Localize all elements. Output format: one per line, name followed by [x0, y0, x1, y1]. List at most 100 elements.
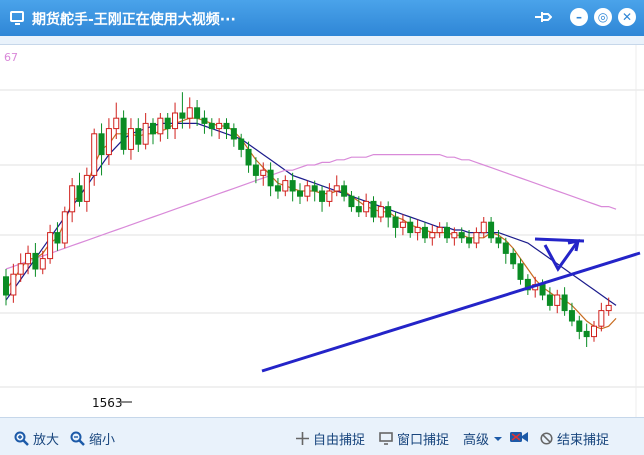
- pin-icon[interactable]: [534, 10, 552, 24]
- candle-body: [598, 310, 605, 327]
- advanced-dropdown[interactable]: 高级: [463, 429, 503, 448]
- candle-body: [605, 304, 612, 312]
- candle-body: [355, 206, 362, 213]
- chevron-down-icon: [494, 436, 503, 441]
- window-capture-icon: [379, 432, 393, 445]
- grid-lines: [0, 45, 644, 417]
- candle-body: [252, 164, 259, 176]
- candle-body: [488, 221, 495, 239]
- candle-body: [10, 273, 17, 296]
- bottom-toolbar: 放大 缩小 自由捕捉 窗口捕捉 高级 结束捕捉: [0, 418, 644, 455]
- moving-average-line: [5, 117, 617, 330]
- candle-body: [510, 252, 517, 265]
- candle-body: [194, 107, 201, 119]
- advanced-label: 高级: [463, 433, 490, 448]
- free-capture-button[interactable]: 自由捕捉: [296, 429, 365, 448]
- end-capture-label: 结束捕捉: [557, 433, 610, 448]
- candle-body: [326, 190, 333, 202]
- candle-body: [466, 237, 473, 244]
- candle-body: [495, 237, 502, 244]
- close-button[interactable]: ✕: [618, 8, 636, 26]
- candle-body: [297, 190, 303, 197]
- price-chart: 67 1563: [0, 44, 644, 418]
- candle-body: [120, 117, 127, 150]
- candle-body: [172, 112, 179, 130]
- candle-body: [105, 128, 112, 156]
- low-price-label: 1563: [92, 396, 123, 410]
- candle-body: [260, 169, 267, 176]
- window-capture-button[interactable]: 窗口捕捉: [379, 429, 449, 448]
- zoom-in-icon: [14, 431, 29, 446]
- candle-body: [429, 232, 436, 239]
- moving-average-line: [5, 122, 617, 306]
- candle-body: [444, 226, 450, 239]
- candle-body: [150, 122, 156, 135]
- candle-body: [333, 185, 340, 192]
- candle-body: [436, 226, 443, 234]
- zoom-out-button[interactable]: 缩小: [70, 429, 115, 448]
- candle-body: [157, 117, 164, 135]
- window-title: 期货舵手-王刚正在使用大视频···: [32, 12, 236, 28]
- trend-arrow-path: [543, 240, 580, 272]
- candle-body: [539, 284, 546, 296]
- candle-body: [25, 252, 32, 265]
- candle-body: [76, 185, 83, 202]
- end-capture-button[interactable]: 结束捕捉: [540, 429, 609, 448]
- candle-body: [392, 216, 399, 228]
- window-capture-label: 窗口捕捉: [397, 433, 450, 448]
- crosshair-icon: [296, 432, 309, 445]
- candle-body: [370, 200, 377, 218]
- candle-body: [451, 232, 458, 239]
- candle-body: [591, 325, 597, 338]
- free-capture-label: 自由捕捉: [313, 433, 366, 448]
- candle-body: [546, 294, 553, 306]
- trend-annotations: [261, 237, 641, 373]
- candle-body: [32, 252, 39, 270]
- camera-button[interactable]: [509, 429, 529, 444]
- candle-body: [289, 180, 296, 192]
- candle-body: [407, 221, 414, 234]
- candle-body: [83, 174, 90, 202]
- candle-body: [421, 226, 428, 239]
- moving-average-lines: [5, 117, 617, 330]
- minimize-button[interactable]: –: [570, 8, 588, 26]
- candle-body: [186, 107, 193, 119]
- candle-body: [363, 200, 370, 213]
- maximize-button[interactable]: ◎: [594, 8, 612, 26]
- candle-body: [164, 117, 171, 130]
- candlestick-chart-svg: 67 1563: [0, 45, 644, 417]
- candle-body: [282, 180, 289, 192]
- stop-icon: [540, 432, 553, 445]
- trendline-support: [261, 251, 641, 373]
- zoom-in-button[interactable]: 放大: [14, 429, 59, 448]
- candle-body: [238, 138, 245, 150]
- moving-average-line: [5, 153, 617, 270]
- axis-label-top: 67: [4, 51, 18, 64]
- candle-body: [304, 185, 311, 197]
- candle-body: [98, 133, 105, 156]
- candle-body: [319, 190, 326, 202]
- candle-body: [576, 320, 583, 332]
- candle-body: [201, 117, 208, 124]
- candle-body: [561, 294, 568, 312]
- candle-body: [554, 294, 561, 306]
- candle-body: [39, 258, 46, 270]
- candles: [3, 92, 612, 347]
- candle-body: [142, 122, 149, 145]
- candle-body: [480, 221, 487, 234]
- candle-body: [502, 242, 509, 254]
- candle-body: [385, 206, 392, 218]
- candle-body: [473, 232, 480, 244]
- monitor-icon: [10, 11, 24, 25]
- video-camera-icon: [510, 432, 528, 442]
- candle-body: [583, 330, 590, 338]
- candle-body: [245, 148, 252, 166]
- zoom-in-label: 放大: [33, 433, 60, 448]
- candle-body: [91, 133, 98, 176]
- candle-body: [179, 112, 186, 119]
- candle-body: [230, 128, 237, 140]
- candle-body: [341, 185, 348, 197]
- candle-body: [61, 211, 68, 244]
- candle-body: [348, 195, 355, 208]
- candle-body: [54, 232, 61, 244]
